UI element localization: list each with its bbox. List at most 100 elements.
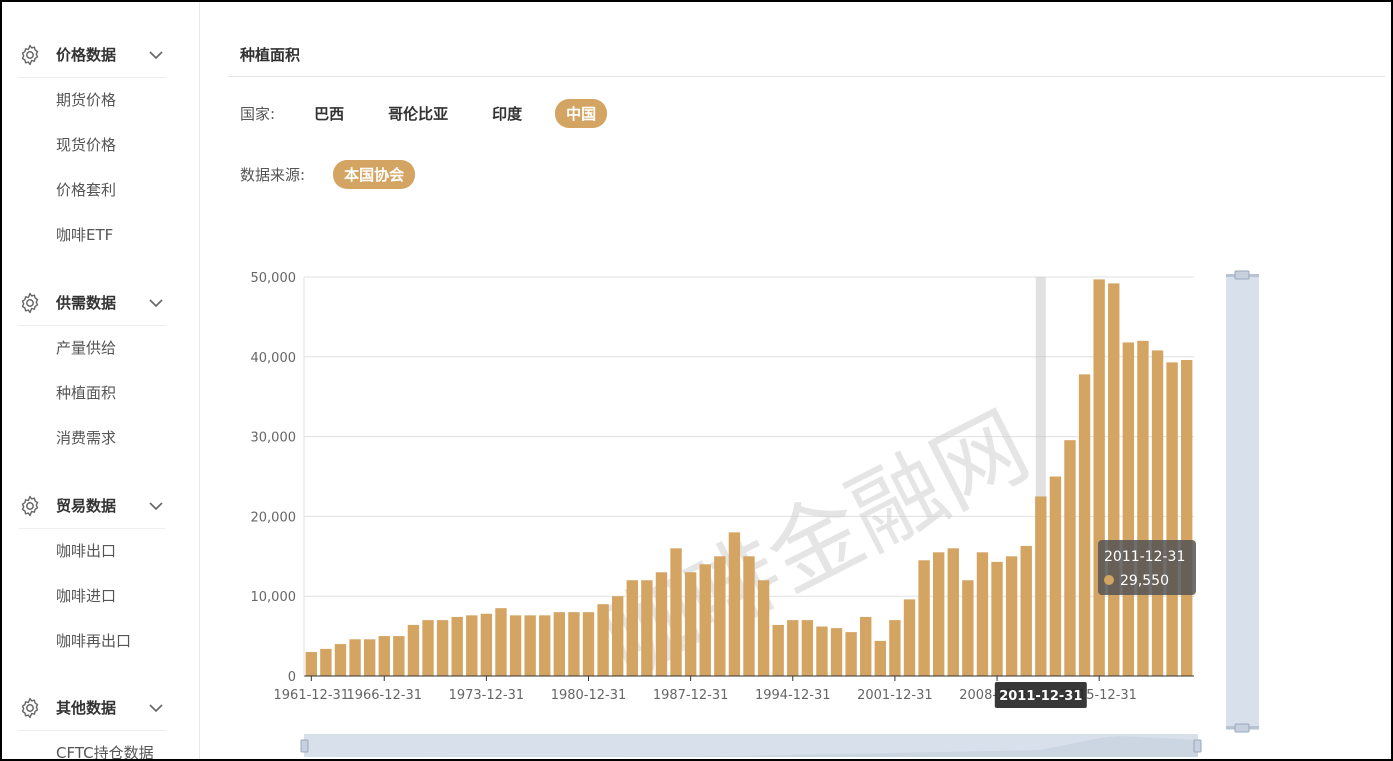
x-tick-label: 2001-12-31 <box>857 688 933 703</box>
bar[interactable] <box>1108 283 1120 676</box>
bar[interactable] <box>772 624 784 676</box>
nav-group-header-price[interactable]: 价格数据 <box>18 32 166 78</box>
sidebar-item[interactable]: 现货价格 <box>18 123 166 168</box>
y-tick-label: 20,000 <box>251 510 297 525</box>
bar[interactable] <box>1181 359 1193 676</box>
bar[interactable] <box>626 580 638 676</box>
bar[interactable] <box>568 612 580 676</box>
bar[interactable] <box>684 572 697 676</box>
country-filter: 国家: 巴西 哥伦比亚 印度 中国 <box>240 99 629 128</box>
bar[interactable] <box>874 640 887 676</box>
bar[interactable] <box>597 604 609 676</box>
horizontal-zoom-handle-right[interactable] <box>1193 739 1202 753</box>
bar[interactable] <box>524 615 536 676</box>
bar[interactable] <box>991 561 1003 676</box>
bar[interactable] <box>407 624 420 676</box>
bar[interactable] <box>363 639 376 676</box>
bar[interactable] <box>495 608 507 676</box>
bar[interactable] <box>451 616 463 676</box>
bar[interactable] <box>334 644 347 676</box>
bar[interactable] <box>1137 340 1149 676</box>
bar[interactable] <box>699 564 711 676</box>
bar[interactable] <box>539 615 551 676</box>
nav-group-header-other[interactable]: 其他数据 <box>18 685 166 731</box>
nav-group-header-supply-demand[interactable]: 供需数据 <box>18 280 166 326</box>
bar[interactable] <box>889 620 901 676</box>
bar[interactable] <box>1093 279 1105 676</box>
bar[interactable] <box>393 636 405 676</box>
country-option[interactable]: 哥伦比亚 <box>377 99 459 128</box>
bar[interactable] <box>378 636 390 676</box>
sidebar-item[interactable]: 期货价格 <box>18 78 166 123</box>
x-tick-label: 1980-12-31 <box>551 688 627 703</box>
sidebar-item[interactable]: 消费需求 <box>18 416 166 461</box>
bar[interactable] <box>787 620 799 676</box>
bar[interactable] <box>947 548 959 676</box>
bar[interactable] <box>480 613 493 676</box>
country-option[interactable]: 印度 <box>481 99 533 128</box>
sidebar-item[interactable]: 咖啡出口 <box>18 529 166 574</box>
bar[interactable] <box>349 639 361 676</box>
bar[interactable] <box>976 552 989 676</box>
country-option[interactable]: 巴西 <box>303 99 355 128</box>
bar[interactable] <box>845 632 857 676</box>
bar[interactable] <box>1035 496 1047 676</box>
bar[interactable] <box>1151 350 1164 676</box>
bar[interactable] <box>918 560 930 676</box>
horizontal-zoom-handle-left[interactable] <box>300 739 309 753</box>
sidebar-item[interactable]: 咖啡ETF <box>18 213 166 258</box>
sidebar-item[interactable]: CFTC持仓数据 <box>18 731 166 759</box>
bar[interactable] <box>1166 362 1178 676</box>
bar[interactable] <box>801 620 814 676</box>
bar[interactable] <box>962 580 974 676</box>
nav-group-title: 贸易数据 <box>56 497 117 515</box>
bar[interactable] <box>305 652 317 676</box>
source-filter: 数据来源: 本国协会 <box>240 160 437 189</box>
bar[interactable] <box>1049 476 1062 677</box>
bar[interactable] <box>1078 374 1091 676</box>
vertical-zoom-handle-bottom[interactable] <box>1234 723 1250 733</box>
bar[interactable] <box>728 532 741 676</box>
nav-group-price: 价格数据 期货价格 现货价格 价格套利 咖啡ETF <box>18 32 166 258</box>
bar[interactable] <box>757 580 770 676</box>
bar[interactable] <box>641 580 653 676</box>
bar[interactable] <box>655 572 668 676</box>
sidebar-item[interactable]: 产量供给 <box>18 326 166 371</box>
bar[interactable] <box>509 615 522 676</box>
sidebar: 价格数据 期货价格 现货价格 价格套利 咖啡ETF 供需数据 产量供给 种植面积 消费需求 贸… <box>2 2 200 759</box>
bar[interactable] <box>860 616 872 676</box>
bar[interactable] <box>1122 342 1135 676</box>
axis-pointer-label: 2011-12-31 <box>999 689 1082 704</box>
sidebar-item[interactable]: 咖啡进口 <box>18 574 166 619</box>
nav-group-title: 其他数据 <box>56 699 117 717</box>
sidebar-item[interactable]: 种植面积 <box>18 371 166 416</box>
y-tick-label: 10,000 <box>251 590 297 605</box>
sidebar-item[interactable]: 咖啡再出口 <box>18 619 166 664</box>
bar[interactable] <box>743 556 755 676</box>
bar[interactable] <box>582 612 595 676</box>
planting-area-chart[interactable]: 0 10,000 20,000 30,000 40,000 50,000 咖啡金融网 1961… <box>240 242 1270 757</box>
bar[interactable] <box>466 615 478 676</box>
bar[interactable] <box>436 620 449 676</box>
bar[interactable] <box>611 596 624 676</box>
tooltip-value: 29,550 <box>1120 573 1169 589</box>
country-option[interactable]: 中国 <box>555 99 608 128</box>
bar[interactable] <box>1005 556 1018 676</box>
nav-group-header-trade[interactable]: 贸易数据 <box>18 483 166 529</box>
vertical-zoom-handle-top[interactable] <box>1234 270 1250 280</box>
x-tick-label: 1994-12-31 <box>755 688 831 703</box>
bar[interactable] <box>670 548 682 676</box>
bar[interactable] <box>422 620 434 676</box>
sidebar-item[interactable]: 价格套利 <box>18 168 166 213</box>
bar[interactable] <box>830 628 843 676</box>
bar[interactable] <box>553 612 566 676</box>
bar[interactable] <box>1020 545 1032 676</box>
vertical-zoom-slider[interactable] <box>1226 275 1259 730</box>
source-option[interactable]: 本国协会 <box>333 160 416 189</box>
bar[interactable] <box>714 556 726 676</box>
bar[interactable] <box>816 626 828 676</box>
bar[interactable] <box>320 648 332 676</box>
bar[interactable] <box>932 552 945 676</box>
bar[interactable] <box>903 599 916 676</box>
bar[interactable] <box>1064 440 1076 676</box>
